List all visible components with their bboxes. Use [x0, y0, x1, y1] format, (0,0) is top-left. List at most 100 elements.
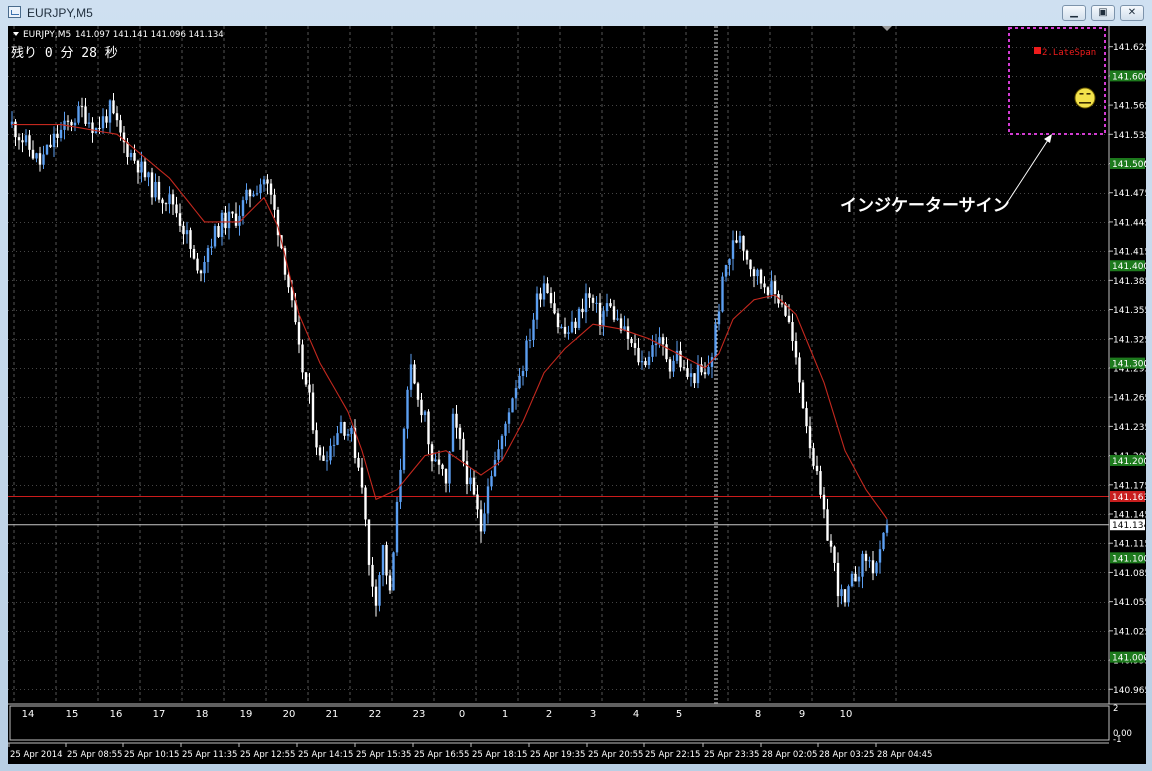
candle-body	[315, 430, 318, 448]
candle-body	[745, 250, 749, 260]
restore-button[interactable]: ▣	[1091, 5, 1115, 21]
candle-body	[84, 106, 87, 124]
candle-body	[311, 392, 315, 431]
candle-body	[416, 383, 420, 400]
candle-body	[742, 235, 745, 251]
candle-body	[451, 413, 455, 452]
title-bar[interactable]: EURJPY,M5 ▁ ▣ ✕	[0, 0, 1152, 26]
candle-body	[49, 144, 52, 148]
candle-body	[731, 240, 735, 259]
close-button[interactable]: ✕	[1120, 5, 1144, 21]
candle-body	[406, 389, 409, 429]
candle-body	[689, 373, 693, 377]
price-label: 140.965	[1113, 686, 1146, 696]
hour-label: 5	[676, 709, 682, 720]
candle-body	[798, 357, 801, 383]
indicator-label: 2.LateSpan	[1042, 48, 1096, 58]
candle-body	[343, 422, 346, 436]
candle-body	[539, 293, 542, 300]
price-label: 141.385	[1113, 277, 1146, 287]
candle-body	[847, 586, 850, 603]
time-label: 25 Apr 22:15	[645, 750, 700, 760]
price-tag-label: 141.134	[1112, 521, 1146, 531]
candle-body	[766, 287, 770, 295]
candle-body	[171, 194, 175, 205]
price-axis[interactable]: 141.625141.595141.565141.535141.505141.4…	[1109, 43, 1146, 696]
price-chart[interactable]: EURJPY,M5 141.097 141.141 141.096 141.13…	[8, 26, 1146, 764]
chart-area[interactable]: EURJPY,M5 141.097 141.141 141.096 141.13…	[8, 26, 1146, 764]
candle-body	[861, 553, 864, 577]
time-label: 25 Apr 11:35	[182, 750, 237, 760]
price-label: 141.265	[1113, 394, 1146, 404]
candle-body	[224, 212, 227, 229]
candle-body	[567, 332, 570, 334]
candle-body	[458, 427, 462, 439]
candle-body	[630, 338, 633, 344]
candle-body	[672, 360, 675, 372]
candle-body	[462, 438, 465, 462]
candle-body	[455, 413, 458, 428]
price-tag-label: 141.600	[1112, 72, 1146, 82]
candle-body	[437, 459, 441, 465]
candle-body	[31, 149, 35, 159]
candle-body	[192, 248, 196, 259]
grid-lines	[8, 26, 1109, 704]
time-label: 25 Apr 16:55	[414, 750, 469, 760]
callout-arrow	[1004, 139, 1049, 207]
candle-body	[507, 412, 511, 424]
candle-body	[14, 121, 17, 138]
candle-body	[780, 303, 784, 305]
neutral-face-icon	[1074, 87, 1096, 109]
candle-body	[864, 553, 868, 561]
candle-body	[808, 426, 812, 449]
candle-body	[850, 573, 854, 587]
candle-body	[297, 322, 301, 345]
candle-timer: 残り 0 分 28 秒	[11, 46, 118, 61]
candle-body	[112, 100, 115, 114]
candle-body	[178, 213, 182, 226]
time-axis: 25 Apr 2014 25 Apr 08:55 25 Apr 10:15 25 Ap…	[8, 743, 932, 760]
candle-body	[217, 226, 220, 237]
price-tag-label: 141.300	[1112, 360, 1146, 370]
price-label: 141.085	[1113, 569, 1146, 579]
candle-body	[21, 140, 24, 143]
candle-body	[472, 477, 476, 495]
hour-label: 23	[413, 709, 426, 720]
candle-body	[833, 546, 836, 563]
candle-body	[563, 326, 567, 334]
minimize-button[interactable]: ▁	[1062, 5, 1086, 21]
candle-body	[759, 269, 763, 284]
candle-body	[724, 264, 728, 277]
candle-body	[679, 350, 682, 368]
price-label: 141.535	[1113, 131, 1146, 141]
candle-body	[273, 194, 276, 210]
candle-body	[647, 356, 651, 366]
candle-body	[182, 225, 185, 235]
indicator-subwindow: 14 15 16 17 18 19 20 21 22 23 0 1 2 3 4 5 8 9 10 20.00-1	[22, 704, 1132, 745]
candle-body	[490, 476, 493, 487]
candle-body	[115, 113, 119, 121]
candle-body	[469, 477, 472, 485]
candle-body	[269, 183, 273, 195]
candle-body	[157, 181, 161, 200]
candle-body	[521, 370, 525, 376]
window-title: EURJPY,M5	[27, 6, 93, 20]
time-label: 28 Apr 02:05	[762, 750, 817, 760]
candle-body	[108, 100, 112, 123]
hour-label: 19	[240, 709, 253, 720]
hour-label: 17	[153, 709, 166, 720]
candle-body	[602, 311, 605, 327]
candle-body	[553, 303, 556, 314]
chart-shift-marker-icon[interactable]	[882, 26, 892, 31]
candle-body	[378, 575, 381, 606]
chart-symbol-label: EURJPY,M5	[23, 30, 71, 40]
candle-body	[413, 364, 416, 384]
candle-body	[161, 199, 164, 204]
candle-body	[791, 322, 794, 342]
hour-label: 15	[66, 709, 79, 720]
candle-body	[441, 464, 444, 469]
candle-body	[556, 313, 560, 328]
candle-body	[654, 343, 658, 346]
price-label: 141.325	[1113, 335, 1146, 345]
candle-body	[826, 509, 829, 541]
